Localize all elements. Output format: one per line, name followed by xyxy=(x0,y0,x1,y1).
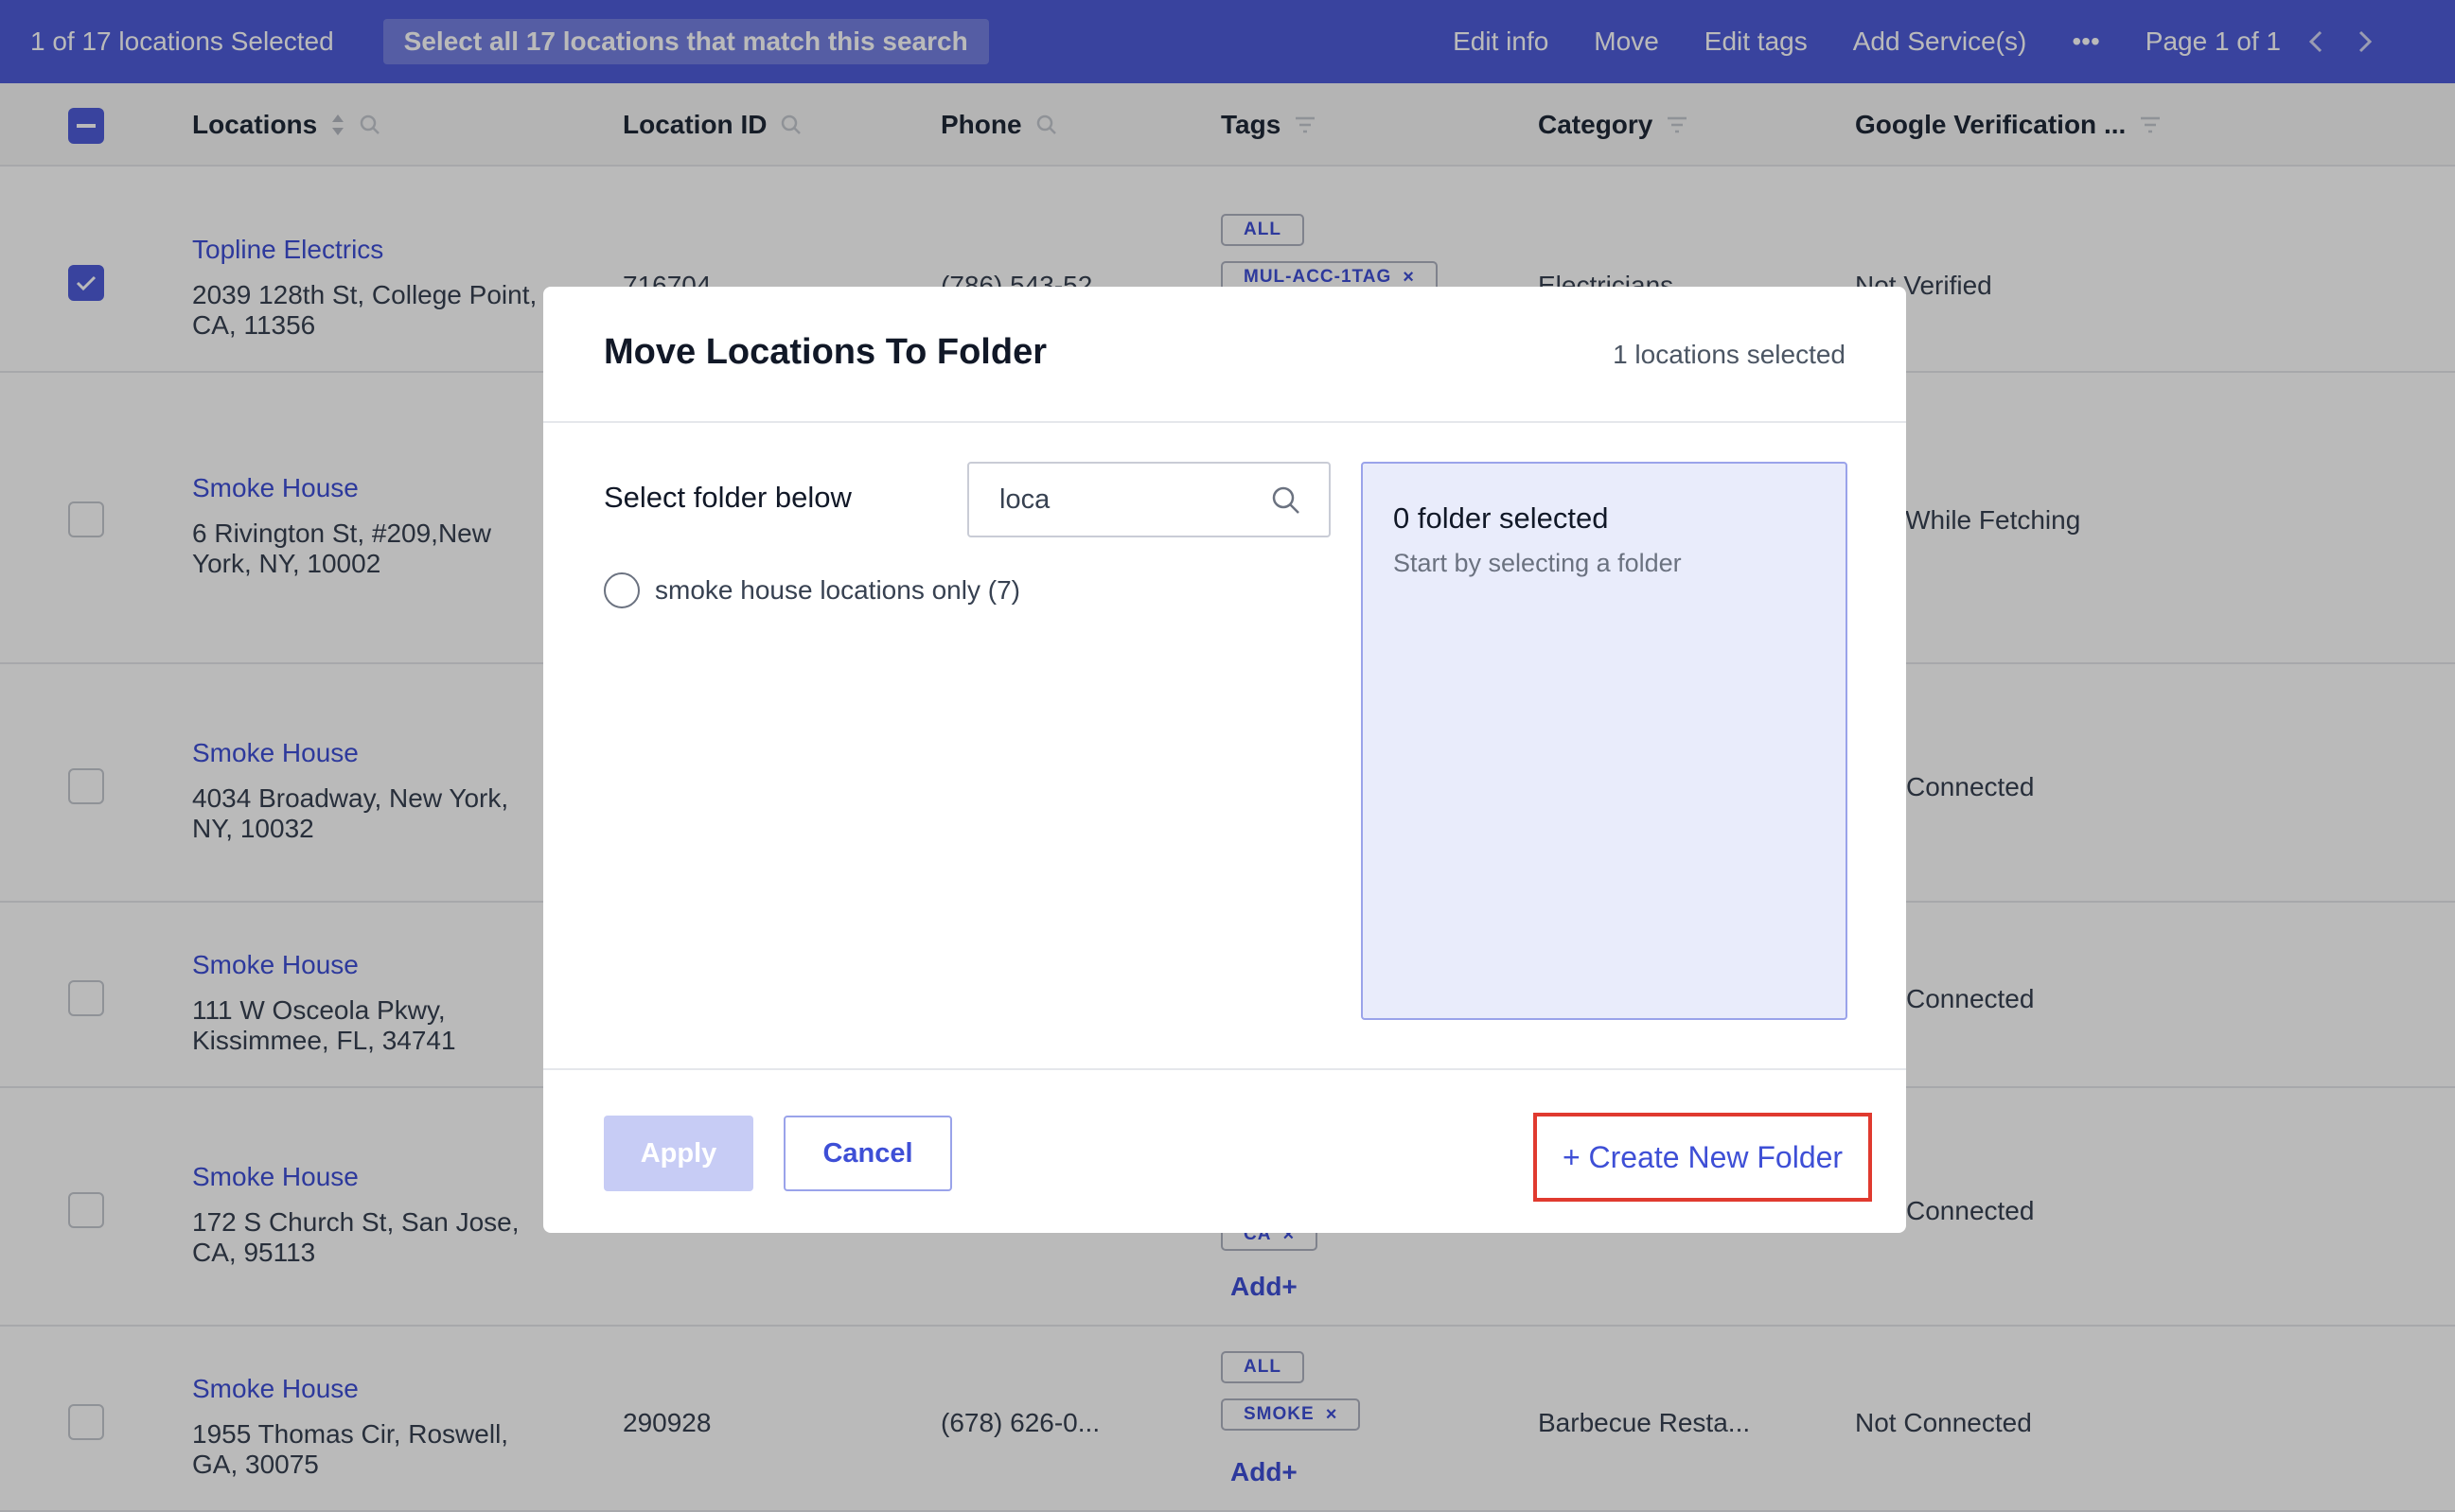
create-new-folder-button[interactable]: + Create New Folder xyxy=(1533,1113,1872,1202)
move-locations-modal: Move Locations To Folder 1 locations sel… xyxy=(543,287,1906,1233)
search-icon[interactable] xyxy=(1270,484,1302,524)
modal-selected-count: 1 locations selected xyxy=(1613,340,1846,369)
selected-folder-count: 0 folder selected xyxy=(1393,501,1609,535)
modal-footer: Apply Cancel + Create New Folder xyxy=(543,1068,1906,1233)
selected-folder-panel: 0 folder selected Start by selecting a f… xyxy=(1361,462,1847,1020)
selected-folder-hint: Start by selecting a folder xyxy=(1393,549,1682,577)
modal-header: Move Locations To Folder 1 locations sel… xyxy=(543,287,1906,423)
modal-title: Move Locations To Folder xyxy=(604,332,1047,372)
folder-radio[interactable] xyxy=(604,572,640,608)
cancel-button[interactable]: Cancel xyxy=(784,1116,952,1191)
folder-search-value: loca xyxy=(999,483,1051,515)
folder-search-input[interactable]: loca xyxy=(967,462,1331,537)
folder-option[interactable]: smoke house locations only (7) xyxy=(604,572,1020,608)
select-folder-label: Select folder below xyxy=(604,481,852,514)
folder-option-label: smoke house locations only (7) xyxy=(655,575,1020,605)
apply-button[interactable]: Apply xyxy=(604,1116,753,1191)
